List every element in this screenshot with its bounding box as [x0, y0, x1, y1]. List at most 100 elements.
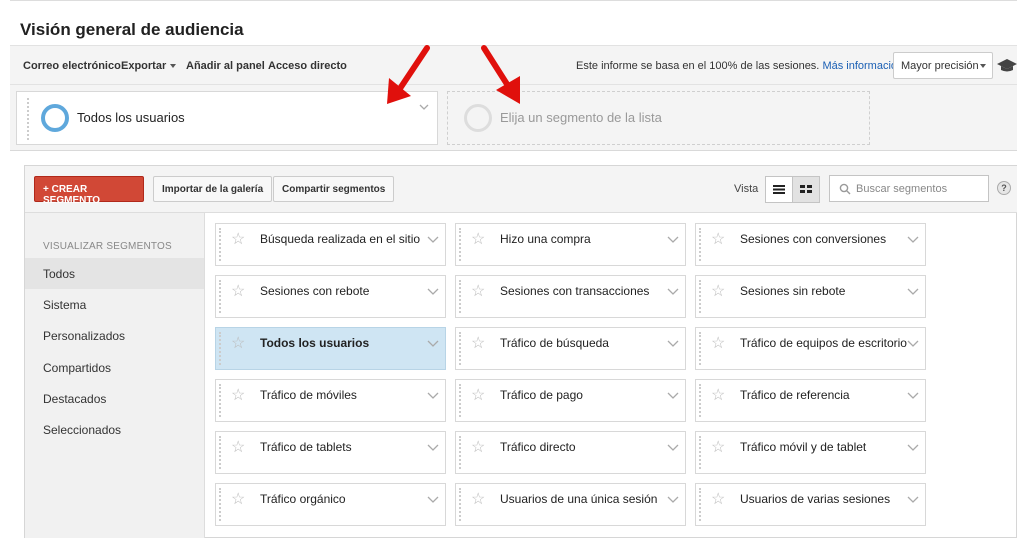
segment-tile[interactable]: ☆ Búsqueda realizada en el sitio: [215, 223, 446, 266]
import-gallery-button[interactable]: Importar de la galería: [153, 176, 273, 202]
create-segment-button[interactable]: + CREAR SEGMENTO: [34, 176, 144, 206]
sidebar-item-seleccionados[interactable]: Seleccionados: [25, 414, 204, 445]
grid-view-button[interactable]: [792, 176, 820, 203]
star-icon[interactable]: ☆: [231, 489, 245, 509]
star-icon[interactable]: ☆: [231, 437, 245, 457]
sidebar-item-destacados[interactable]: Destacados: [25, 383, 204, 414]
star-icon[interactable]: ☆: [711, 437, 725, 457]
list-view-button[interactable]: [765, 176, 793, 203]
star-icon[interactable]: ☆: [471, 229, 485, 249]
help-icon[interactable]: ?: [997, 181, 1011, 195]
drag-handle[interactable]: [699, 384, 701, 417]
chevron-down-icon[interactable]: [907, 286, 919, 296]
chevron-down-icon[interactable]: [907, 338, 919, 348]
star-icon[interactable]: ☆: [231, 281, 245, 301]
star-icon[interactable]: ☆: [231, 229, 245, 249]
segment-tile[interactable]: ☆ Tráfico de búsqueda: [455, 327, 686, 370]
chevron-down-icon[interactable]: [907, 390, 919, 400]
segment-tile[interactable]: ☆ Usuarios de una única sesión: [455, 483, 686, 526]
sidebar-item-sistema[interactable]: Sistema: [25, 289, 204, 320]
chevron-down-icon[interactable]: [667, 286, 679, 296]
star-icon[interactable]: ☆: [711, 385, 725, 405]
segment-tile[interactable]: ☆ Tráfico de móviles: [215, 379, 446, 422]
share-segments-button[interactable]: Compartir segmentos: [273, 176, 395, 202]
chevron-down-icon[interactable]: [667, 390, 679, 400]
star-icon[interactable]: ☆: [471, 281, 485, 301]
chevron-down-icon[interactable]: [667, 234, 679, 244]
segment-tile[interactable]: ☆ Usuarios de varias sesiones: [695, 483, 926, 526]
star-icon[interactable]: ☆: [471, 333, 485, 353]
active-segment-card[interactable]: Todos los usuarios: [16, 91, 438, 145]
drag-handle[interactable]: [219, 332, 221, 365]
sidebar-item-todos[interactable]: Todos: [25, 258, 204, 289]
star-icon[interactable]: ☆: [231, 385, 245, 405]
chevron-down-icon[interactable]: [427, 390, 439, 400]
drag-handle[interactable]: [219, 384, 221, 417]
star-icon[interactable]: ☆: [711, 281, 725, 301]
chevron-down-icon[interactable]: [667, 494, 679, 504]
drag-handle[interactable]: [219, 436, 221, 469]
star-icon[interactable]: ☆: [231, 333, 245, 353]
drag-handle[interactable]: [459, 332, 461, 365]
drag-handle[interactable]: [699, 228, 701, 261]
shortcut-button[interactable]: Acceso directo: [268, 60, 347, 72]
drag-handle[interactable]: [219, 280, 221, 313]
chevron-down-icon[interactable]: [427, 234, 439, 244]
chevron-down-icon[interactable]: [427, 286, 439, 296]
page-title: Visión general de audiencia: [20, 20, 244, 39]
drag-handle[interactable]: [219, 488, 221, 521]
segment-tile[interactable]: ☆ Tráfico de pago: [455, 379, 686, 422]
graduation-cap-icon[interactable]: [996, 57, 1017, 73]
panel-toolbar: + CREAR SEGMENTO Importar de la galería …: [25, 166, 1017, 213]
segment-tile[interactable]: ☆ Tráfico de tablets: [215, 431, 446, 474]
drag-handle[interactable]: [699, 280, 701, 313]
segment-search-input[interactable]: Buscar segmentos: [829, 175, 989, 202]
star-icon[interactable]: ☆: [711, 229, 725, 249]
drag-handle[interactable]: [459, 436, 461, 469]
segment-tile[interactable]: ☆ Tráfico de referencia: [695, 379, 926, 422]
segment-tile[interactable]: ☆ Todos los usuarios: [215, 327, 446, 370]
segment-tile[interactable]: ☆ Tráfico de equipos de escritorio: [695, 327, 926, 370]
chevron-down-icon[interactable]: [427, 494, 439, 504]
segment-tile[interactable]: ☆ Sesiones con conversiones: [695, 223, 926, 266]
segment-tile-label: Tráfico de tablets: [260, 440, 352, 454]
star-icon[interactable]: ☆: [471, 437, 485, 457]
segment-tile[interactable]: ☆ Tráfico orgánico: [215, 483, 446, 526]
add-to-dashboard-button[interactable]: Añadir al panel: [186, 60, 265, 72]
star-icon[interactable]: ☆: [471, 385, 485, 405]
sidebar-item-compartidos[interactable]: Compartidos: [25, 352, 204, 383]
chevron-down-icon[interactable]: [667, 338, 679, 348]
drag-handle[interactable]: [699, 436, 701, 469]
export-button[interactable]: Exportar: [121, 60, 177, 72]
email-button[interactable]: Correo electrónico: [23, 60, 121, 72]
chevron-down-icon[interactable]: [427, 338, 439, 348]
sidebar-item-personalizados[interactable]: Personalizados: [25, 320, 204, 351]
star-icon[interactable]: ☆: [471, 489, 485, 509]
active-segment-label: Todos los usuarios: [77, 110, 185, 125]
drag-handle[interactable]: [459, 488, 461, 521]
segment-tile[interactable]: ☆ Sesiones con rebote: [215, 275, 446, 318]
drag-handle[interactable]: [459, 280, 461, 313]
search-placeholder: Buscar segmentos: [856, 183, 948, 195]
segment-tile[interactable]: ☆ Sesiones sin rebote: [695, 275, 926, 318]
drag-handle[interactable]: [699, 332, 701, 365]
page-header: Visión general de audiencia: [10, 0, 1017, 45]
segment-tile[interactable]: ☆ Hizo una compra: [455, 223, 686, 266]
star-icon[interactable]: ☆: [711, 333, 725, 353]
chevron-down-icon[interactable]: [907, 442, 919, 452]
chevron-down-icon[interactable]: [427, 442, 439, 452]
segment-tile[interactable]: ☆ Sesiones con transacciones: [455, 275, 686, 318]
more-info-link[interactable]: Más información: [822, 60, 903, 72]
chevron-down-icon[interactable]: [907, 494, 919, 504]
drag-handle[interactable]: [699, 488, 701, 521]
drag-handle[interactable]: [219, 228, 221, 261]
precision-select[interactable]: Mayor precisión: [893, 52, 993, 79]
chevron-down-icon[interactable]: [907, 234, 919, 244]
drag-handle[interactable]: [459, 228, 461, 261]
drag-handle[interactable]: [459, 384, 461, 417]
star-icon[interactable]: ☆: [711, 489, 725, 509]
segment-tile[interactable]: ☆ Tráfico móvil y de tablet: [695, 431, 926, 474]
segment-tile[interactable]: ☆ Tráfico directo: [455, 431, 686, 474]
chevron-down-icon[interactable]: [667, 442, 679, 452]
drag-handle[interactable]: [27, 98, 30, 140]
